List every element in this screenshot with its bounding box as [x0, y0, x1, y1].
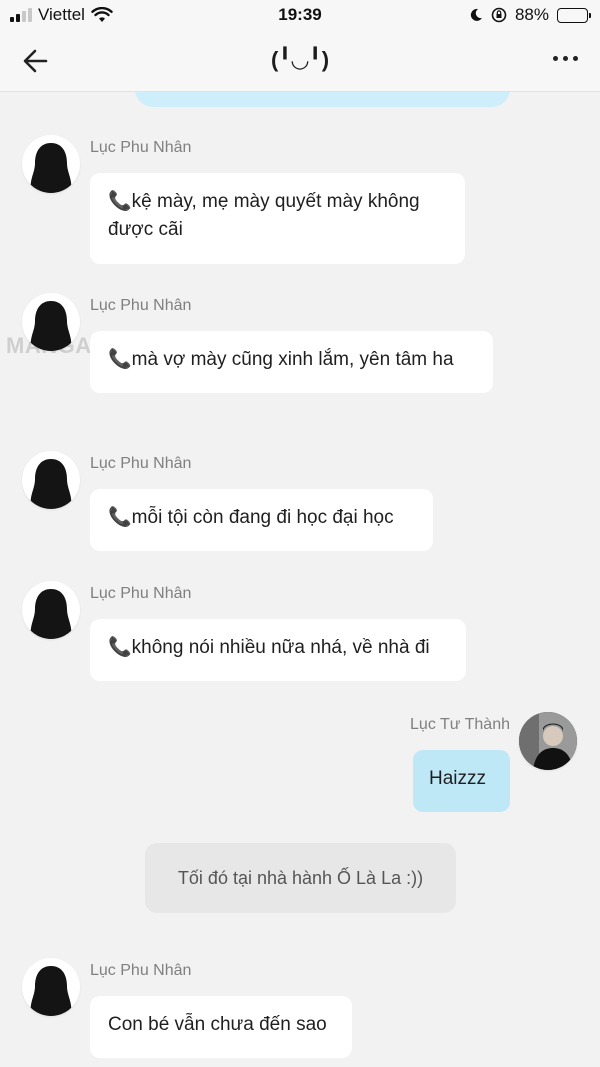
avatar[interactable]: [22, 581, 80, 639]
sender-name: Lục Phu Nhân: [90, 139, 192, 156]
phone-icon: 📞: [108, 349, 132, 370]
message-text: Con bé vẫn chưa đến sao: [108, 1014, 327, 1035]
chat-title: (╹◡╹): [270, 47, 330, 72]
phone-icon: 📞: [108, 507, 132, 528]
silhouette-avatar-icon: [30, 589, 72, 639]
message-text: được cãi: [108, 219, 183, 240]
rotation-lock-icon: [491, 7, 507, 23]
silhouette-avatar-icon: [30, 301, 72, 351]
more-options-button[interactable]: [553, 56, 578, 61]
message-text: Haizzz: [429, 768, 487, 789]
silhouette-avatar-icon: [30, 143, 72, 193]
sender-name: Lục Phu Nhân: [90, 455, 192, 472]
message-text: không nói nhiều nữa nhá, về nhà đi: [131, 637, 430, 658]
man-portrait-avatar-icon: [519, 712, 577, 770]
phone-icon: 📞: [108, 191, 132, 212]
avatar[interactable]: [22, 135, 80, 193]
more-dot-icon: [573, 56, 578, 61]
silhouette-avatar-icon: [30, 966, 72, 1016]
avatar[interactable]: [519, 712, 577, 770]
narration-bubble: Tối đó tại nhà hành Ố Là La :)): [145, 843, 456, 913]
avatar[interactable]: [22, 958, 80, 1016]
message-bubble[interactable]: 📞kệ mày, mẹ mày quyết mày không được cãi: [90, 173, 465, 264]
message-text: mỗi tội còn đang đi học đại học: [131, 507, 394, 528]
avatar[interactable]: [22, 451, 80, 509]
message-bubble[interactable]: 📞mỗi tội còn đang đi học đại học: [90, 489, 433, 551]
phone-icon: 📞: [108, 637, 132, 658]
more-dot-icon: [553, 56, 558, 61]
sender-name: Lục Phu Nhân: [90, 297, 192, 314]
battery-percent: 88%: [514, 5, 549, 24]
status-right: 88%: [469, 5, 591, 25]
message-bubble[interactable]: Con bé vẫn chưa đến sao: [90, 996, 352, 1058]
sender-name: Lục Phu Nhân: [90, 585, 192, 602]
sender-name: Lục Phu Nhân: [90, 962, 192, 979]
message-bubble[interactable]: 📞không nói nhiều nữa nhá, về nhà đi: [90, 619, 466, 681]
battery-icon: [557, 7, 591, 23]
status-bar: Viettel 19:39 88%: [0, 0, 600, 30]
silhouette-avatar-icon: [30, 459, 72, 509]
narration-text: Tối đó tại nhà hành Ố Là La :)): [177, 868, 424, 888]
chat-header: (╹◡╹): [0, 30, 600, 92]
message-text: mà vợ mày cũng xinh lắm, yên tâm ha: [131, 349, 454, 370]
moon-icon: [470, 8, 482, 21]
avatar[interactable]: [22, 293, 80, 351]
message-text: kệ mày, mẹ mày quyết mày không: [131, 191, 420, 212]
more-dot-icon: [563, 56, 568, 61]
sender-name: Lục Tư Thành: [410, 716, 510, 733]
message-bubble[interactable]: 📞mà vợ mày cũng xinh lắm, yên tâm ha: [90, 331, 493, 393]
my-message-bubble[interactable]: Haizzz: [413, 750, 510, 812]
